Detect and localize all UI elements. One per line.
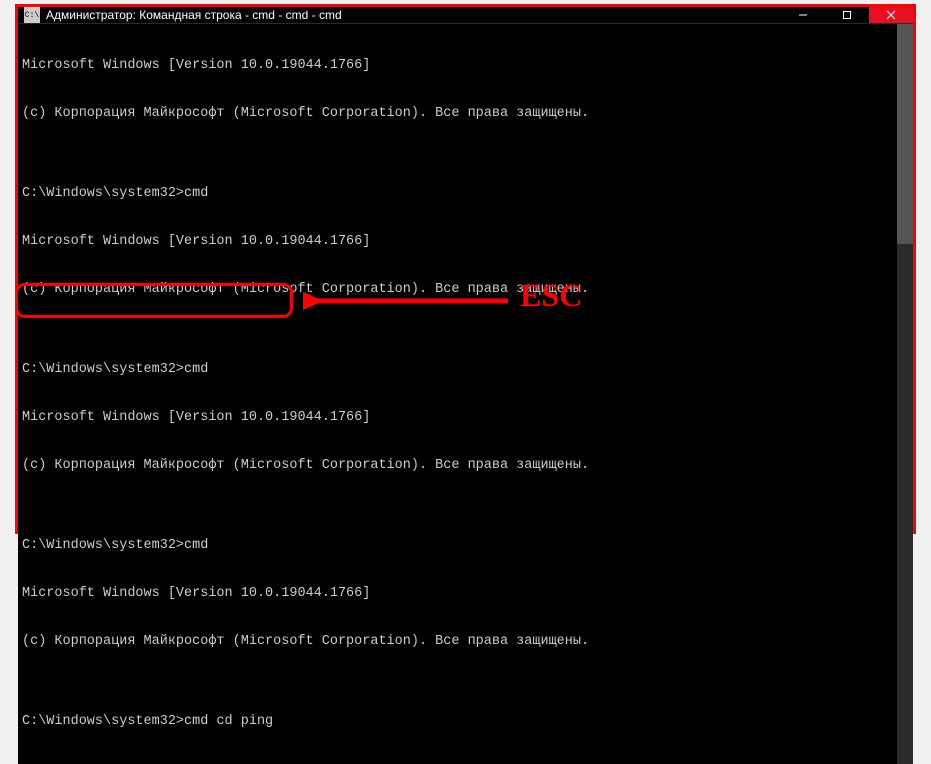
terminal-line: Microsoft Windows [Version 10.0.19044.17… bbox=[22, 58, 893, 74]
terminal-line: C:\Windows\system32>cmd bbox=[22, 538, 893, 554]
minimize-button[interactable] bbox=[781, 7, 825, 23]
terminal-line: Microsoft Windows [Version 10.0.19044.17… bbox=[22, 586, 893, 602]
scrollbar-thumb[interactable] bbox=[897, 24, 913, 244]
terminal-output[interactable]: Microsoft Windows [Version 10.0.19044.17… bbox=[18, 24, 897, 764]
window-controls bbox=[781, 7, 913, 23]
vertical-scrollbar[interactable] bbox=[897, 24, 913, 764]
terminal-line: Microsoft Windows [Version 10.0.19044.17… bbox=[22, 410, 893, 426]
cmd-window: C:\ Администратор: Командная строка - cm… bbox=[15, 4, 916, 534]
terminal-line: C:\Windows\system32>cmd bbox=[22, 362, 893, 378]
terminal-line: C:\Windows\system32>cmd bbox=[22, 186, 893, 202]
window-title: Администратор: Командная строка - cmd - … bbox=[46, 8, 781, 22]
terminal-wrap: Microsoft Windows [Version 10.0.19044.17… bbox=[18, 24, 913, 764]
terminal-line: (c) Корпорация Майкрософт (Microsoft Cor… bbox=[22, 634, 893, 650]
terminal-line: (c) Корпорация Майкрософт (Microsoft Cor… bbox=[22, 282, 893, 298]
terminal-line: (c) Корпорация Майкрософт (Microsoft Cor… bbox=[22, 106, 893, 122]
maximize-button[interactable] bbox=[825, 7, 869, 23]
terminal-line: (c) Корпорация Майкрософт (Microsoft Cor… bbox=[22, 458, 893, 474]
app-icon: C:\ bbox=[24, 7, 40, 23]
close-button[interactable] bbox=[869, 7, 913, 23]
terminal-prompt-line[interactable]: C:\Windows\system32>cmd cd ping bbox=[22, 714, 893, 730]
titlebar[interactable]: C:\ Администратор: Командная строка - cm… bbox=[18, 7, 913, 24]
terminal-line: Microsoft Windows [Version 10.0.19044.17… bbox=[22, 234, 893, 250]
